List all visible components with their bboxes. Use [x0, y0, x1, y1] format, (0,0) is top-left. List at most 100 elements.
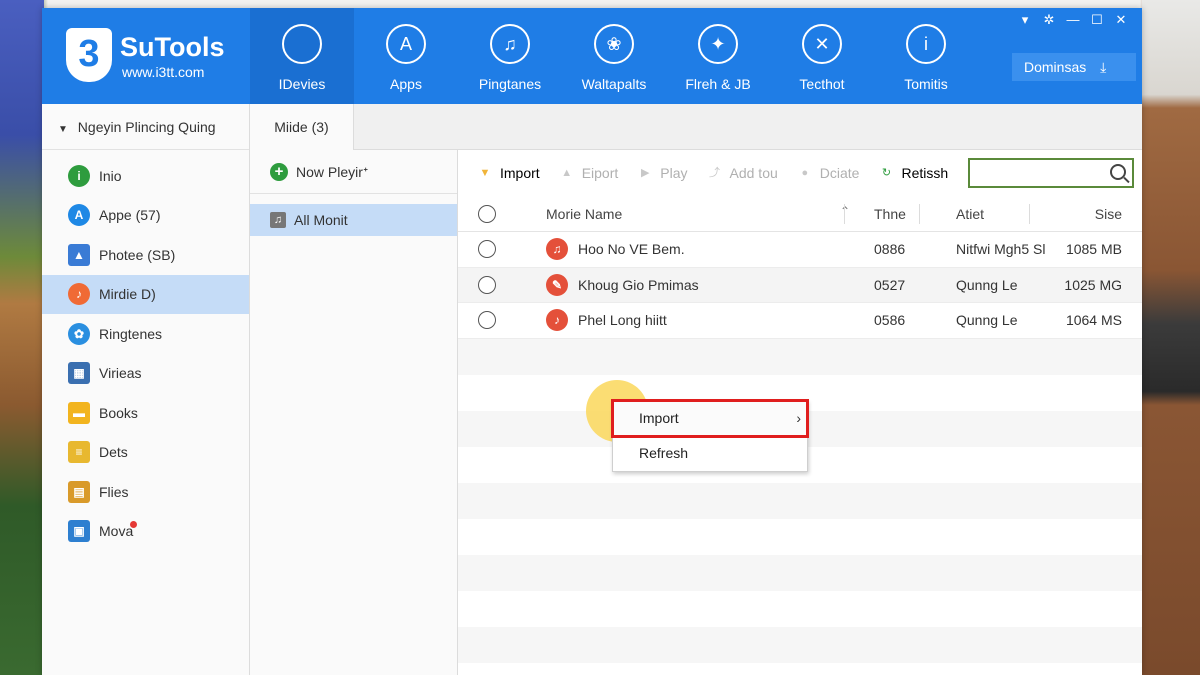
row-checkbox[interactable]: [478, 275, 496, 294]
import-button[interactable]: ▼ Import: [476, 165, 540, 181]
settings-icon[interactable]: ✲: [1042, 12, 1056, 28]
wallpaper-icon: ❀: [594, 24, 634, 64]
music-note-icon: ♫: [270, 212, 286, 228]
table-row[interactable]: ✎ Khoug Gio Pmimas 0527 Qunng Le 1025 MG: [458, 267, 1142, 303]
playlist-panel: + Now Pleyirᐩ ♫ All Monit: [250, 150, 458, 675]
close-icon[interactable]: ✕: [1114, 12, 1128, 28]
download-button-label: Dominsas: [1024, 59, 1087, 75]
shirt-icon[interactable]: ▾: [1018, 12, 1032, 28]
table-row[interactable]: ♪ Phel Long hiitt 0586 Qunng Le 1064 MS: [458, 303, 1142, 339]
song-size: 1025 MG: [1064, 276, 1122, 293]
sidebar-item-3[interactable]: ♪ Mirdie D): [42, 274, 249, 314]
row-checkbox[interactable]: [478, 311, 496, 330]
table-body: ♫ Hoo No VE Bem. 0886 Nitfwi Mgh5 Sl 1085 MB…: [458, 232, 1142, 339]
download-icon: ⤓: [1100, 59, 1107, 75]
dciate-button[interactable]: ● Dciate: [796, 165, 859, 181]
sidebar-item-label: Inio: [99, 167, 122, 184]
notification-dot: [130, 520, 137, 528]
column-artist[interactable]: Atiet: [938, 206, 1048, 222]
sidebar-item-8[interactable]: ▤ Flies: [42, 472, 249, 512]
play-icon: ▶: [641, 167, 650, 179]
nav-tab-1[interactable]: A Apps: [354, 8, 458, 104]
nav-tab-3[interactable]: ❀ Waltapalts: [562, 8, 666, 104]
column-divider: [919, 204, 920, 224]
context-menu-refresh[interactable]: Refresh: [613, 436, 807, 471]
playlist-label: All Monit: [294, 212, 348, 228]
song-artist: Qunng Le: [956, 276, 1018, 293]
song-icon: ♫: [546, 238, 568, 261]
row-checkbox[interactable]: [478, 240, 496, 259]
sidebar-item-label: Virieas: [99, 365, 142, 382]
search-icon[interactable]: [1110, 164, 1126, 180]
column-time[interactable]: Thne: [856, 206, 938, 222]
sidebar-item-label: Books: [99, 404, 138, 421]
context-menu: Import › Refresh: [611, 399, 809, 472]
minimize-icon[interactable]: —: [1066, 12, 1080, 28]
sidebar-item-label: Ringtenes: [99, 325, 163, 342]
add-tou-button[interactable]: ⤴ Add tou: [706, 165, 778, 181]
context-menu-label: Import: [639, 410, 679, 426]
nav-tab-4[interactable]: ✦ Flreh & JB: [666, 8, 770, 104]
nav-tab-label: Apps: [390, 76, 422, 92]
nav-tab-2[interactable]: ♫ Pingtanes: [458, 8, 562, 104]
table-row[interactable]: ♫ Hoo No VE Bem. 0886 Nitfwi Mgh5 Sl 1085 MB: [458, 232, 1142, 268]
app-subtitle: www.i3tt.com: [122, 64, 205, 80]
column-name[interactable]: Morie Name ⌃: [516, 204, 856, 222]
desktop-background-right: [1142, 0, 1200, 675]
toolbar-label: Add tou: [729, 165, 778, 181]
empty-row: [458, 338, 1142, 375]
sidebar-item-6[interactable]: ▬ Books: [42, 393, 249, 433]
nav-tab-6[interactable]: i Tomitis: [874, 8, 978, 104]
select-all-checkbox[interactable]: [478, 204, 496, 223]
sidebar-item-0[interactable]: i Inio: [42, 156, 249, 196]
sidebar-item-2[interactable]: ▲ Photee (SB): [42, 235, 249, 275]
context-menu-label: Refresh: [639, 445, 689, 461]
empty-row: [458, 626, 1142, 663]
add-to-icon: ⤴: [709, 167, 720, 179]
context-menu-import[interactable]: Import ›: [611, 399, 809, 438]
apps-icon: A: [386, 24, 426, 64]
music-icon: ♪: [68, 283, 90, 306]
playlist-item-all-music[interactable]: ♫ All Monit: [250, 204, 457, 236]
tab-music[interactable]: Miide (3): [250, 104, 354, 150]
maximize-icon[interactable]: ☐: [1090, 12, 1104, 28]
search-input[interactable]: [968, 158, 1134, 188]
plus-icon: +: [270, 162, 288, 181]
app-logo: 3 SuTools www.i3tt.com: [66, 28, 256, 88]
ringtone-icon: ✿: [68, 322, 90, 345]
sidebar-list: i Inio A Appe (57) ▲ Photee (SB) ♪ Mirdie D) ✿ Ri…: [42, 156, 249, 551]
nav-tab-0[interactable]: IDevies: [250, 8, 354, 104]
device-selector[interactable]: ▼ Ngeyin Plincing Quing: [42, 104, 249, 150]
data-icon: ≡: [68, 441, 90, 464]
nav-tab-5[interactable]: ✕ Tecthot: [770, 8, 874, 104]
toolbar: ▼ Import ▲ Eiport ▶ Play ⤴ Add tou ● Dciate ↻ Retis…: [458, 150, 1142, 196]
nav-tab-label: Tecthot: [799, 76, 845, 92]
logo-mark: 3: [66, 28, 112, 82]
sidebar-item-1[interactable]: A Appe (57): [42, 196, 249, 236]
column-divider: [1029, 204, 1030, 224]
flash-icon: ✦: [698, 24, 738, 64]
song-icon: ♪: [546, 309, 568, 332]
column-size[interactable]: Sise: [1048, 206, 1142, 222]
sidebar-item-7[interactable]: ≡ Dets: [42, 433, 249, 473]
app-title: SuTools: [120, 32, 225, 62]
refresh-icon: ↻: [881, 167, 892, 179]
sidebar-item-9[interactable]: ▣ Mova: [42, 512, 249, 552]
export-icon: ▲: [561, 167, 573, 179]
column-divider: [844, 204, 845, 224]
nav-tab-label: Tomitis: [904, 76, 948, 92]
nav-tab-label: Flreh & JB: [685, 76, 751, 92]
sidebar-item-label: Mova: [99, 523, 134, 540]
download-button[interactable]: Dominsas ⤓: [1012, 53, 1136, 81]
play-button[interactable]: ▶ Play: [636, 165, 687, 181]
sidebar-item-4[interactable]: ✿ Ringtenes: [42, 314, 249, 354]
song-name: Phel Long hiitt: [578, 312, 667, 329]
apple-icon: [282, 24, 322, 64]
eiport-button[interactable]: ▲ Eiport: [558, 165, 618, 181]
sidebar-item-label: Dets: [99, 444, 128, 461]
sidebar-item-5[interactable]: ▦ Virieas: [42, 354, 249, 394]
desktop-background-left: [0, 0, 44, 675]
retissh-button[interactable]: ↻ Retissh: [877, 165, 948, 181]
empty-row: [458, 482, 1142, 519]
new-playlist-button[interactable]: + Now Pleyirᐩ: [250, 150, 457, 194]
